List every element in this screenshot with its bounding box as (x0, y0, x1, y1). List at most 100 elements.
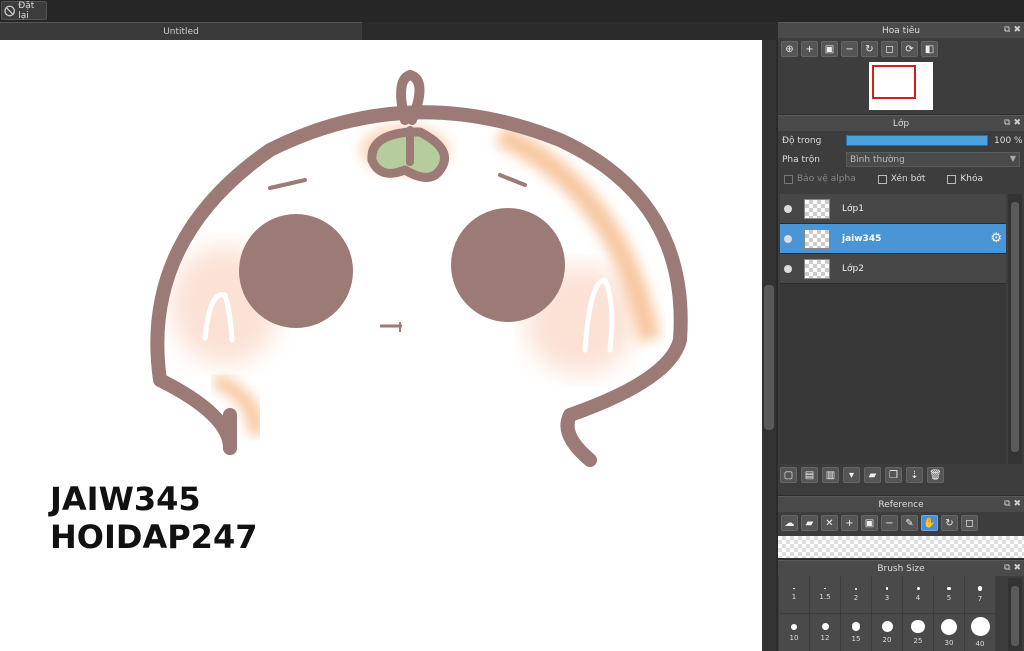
new-layer-1bit-icon[interactable]: ▥ (822, 467, 839, 483)
brush-size-option[interactable]: 20 (872, 614, 902, 651)
zoom-fit-icon[interactable]: ⊕ (781, 41, 798, 57)
undock-icon[interactable]: ⧉ (1004, 563, 1010, 573)
brush-dot-icon (916, 587, 920, 590)
brush-size-option[interactable]: 1.5 (810, 576, 840, 613)
navigator-preview[interactable] (869, 62, 933, 110)
brush-size-option[interactable]: 10 (779, 614, 809, 651)
blend-mode-select[interactable]: Bình thường ▼ (846, 152, 1020, 167)
brush-size-option[interactable]: 30 (934, 614, 964, 651)
close-icon[interactable]: ✖ (1013, 563, 1021, 573)
brush-scroll-thumb[interactable] (1011, 586, 1019, 646)
layer-item-lop1[interactable]: Lớp1 (780, 194, 1006, 224)
brush-size-label: 25 (913, 637, 923, 646)
brush-size-label: 20 (882, 636, 892, 644)
add-layer-menu-icon[interactable]: ▾ (843, 467, 860, 483)
fit-screen-icon[interactable]: ▣ (861, 515, 878, 531)
gear-icon[interactable]: ⚙ (990, 231, 1002, 246)
close-image-icon[interactable]: ✕ (821, 515, 838, 531)
folder-icon[interactable]: ▰ (864, 467, 881, 483)
viewport-frame[interactable] (872, 65, 916, 99)
brush-dot-icon (881, 621, 893, 632)
brush-size-label: 30 (944, 638, 954, 647)
canvas-scroll-thumb[interactable] (764, 285, 774, 430)
brush-size-option[interactable]: 1 (779, 576, 809, 613)
undock-icon[interactable]: ⧉ (1004, 499, 1010, 509)
layer-title: Lớp (892, 118, 910, 129)
layer-item-lop2[interactable]: Lớp2 (780, 254, 1006, 284)
brush-size-label: 2 (853, 593, 859, 602)
top-toolbar: Đặt lại (0, 0, 1024, 22)
close-icon[interactable]: ✖ (1013, 118, 1021, 128)
layer-name: Lớp2 (842, 263, 864, 274)
layer-thumbnail (804, 198, 830, 219)
brush-size-header: Brush Size ⧉ ✖ (778, 560, 1024, 576)
brush-size-option[interactable]: 7 (965, 576, 995, 613)
actual-size-icon[interactable]: ◻ (961, 515, 978, 531)
brush-size-option[interactable]: 12 (810, 614, 840, 651)
actual-size-icon[interactable]: ◻ (881, 41, 898, 57)
brush-size-label: 15 (851, 634, 861, 643)
hand-icon[interactable]: ✋ (921, 515, 938, 531)
zoom-in-icon[interactable]: + (841, 515, 858, 531)
blend-row: Pha trộn Bình thường ▼ (778, 150, 1024, 169)
rotate-icon[interactable]: ↻ (941, 515, 958, 531)
visibility-icon[interactable] (784, 234, 792, 243)
clipping-checkbox[interactable]: Xén bớt (877, 174, 925, 184)
layer-item-jaiw345[interactable]: jaiw345 ⚙ (780, 224, 1006, 254)
watermark-text: JAIW345 HOIDAP247 (50, 480, 257, 556)
zoom-in-icon[interactable]: + (801, 41, 818, 57)
brush-size-option[interactable]: 15 (841, 614, 871, 651)
close-icon[interactable]: ✖ (1013, 25, 1021, 35)
layer-header: Lớp ⧉ ✖ (778, 115, 1024, 131)
brush-dot-icon (791, 623, 797, 630)
brush-size-grid: 1 1.5 2 3 4 5 7 10 12 15 20 25 30 40 (779, 576, 995, 651)
opacity-slider[interactable] (846, 135, 988, 146)
protect-alpha-checkbox[interactable]: Bảo vệ alpha (784, 174, 856, 184)
rotate-icon[interactable]: ↻ (861, 41, 878, 57)
chevron-down-icon: ▼ (1009, 154, 1016, 163)
protect-alpha-label: Bảo vệ alpha (797, 174, 856, 184)
undock-icon[interactable]: ⧉ (1004, 25, 1010, 35)
undock-icon[interactable]: ⧉ (1004, 118, 1010, 128)
layer-scrollbar[interactable] (1008, 194, 1022, 464)
brush-dot-icon (941, 618, 957, 635)
brush-size-option[interactable]: 4 (903, 576, 933, 613)
merge-icon[interactable]: ⇣ (906, 467, 923, 483)
layer-scroll-thumb[interactable] (1011, 202, 1019, 452)
flip-icon[interactable]: ◧ (921, 41, 938, 57)
reset-button[interactable]: Đặt lại (1, 1, 47, 21)
zoom-out-icon[interactable]: − (841, 41, 858, 57)
fit-screen-icon[interactable]: ▣ (821, 41, 838, 57)
visibility-icon[interactable] (784, 204, 792, 213)
new-layer-8bit-icon[interactable]: ▤ (801, 467, 818, 483)
brush-size-option[interactable]: 3 (872, 576, 902, 613)
lock-checkbox[interactable]: Khóa (947, 174, 983, 184)
reference-image-area[interactable] (778, 536, 1024, 558)
drawing-canvas[interactable]: JAIW345 HOIDAP247 (0, 40, 762, 651)
brush-size-label: 1.5 (819, 593, 831, 602)
layer-thumbnail (804, 228, 830, 249)
canvas-scrollbar[interactable] (762, 40, 776, 651)
close-icon[interactable]: ✖ (1013, 499, 1021, 509)
document-title: Untitled (163, 26, 199, 37)
duplicate-icon[interactable]: ❐ (885, 467, 902, 483)
zoom-out-icon[interactable]: − (881, 515, 898, 531)
navigator-toolbar: ⊕ + ▣ − ↻ ◻ ⟳ ◧ (778, 38, 1024, 60)
trash-icon[interactable]: 🗑 (927, 467, 944, 483)
brush-scrollbar[interactable] (1008, 578, 1022, 651)
open-folder-icon[interactable]: ▰ (801, 515, 818, 531)
brush-size-option[interactable]: 5 (934, 576, 964, 613)
tab-document[interactable]: Untitled (0, 22, 362, 40)
checkbox-box (947, 174, 957, 184)
brush-size-option[interactable]: 25 (903, 614, 933, 651)
layer-options: Bảo vệ alpha Xén bớt Khóa (778, 169, 1024, 189)
visibility-icon[interactable] (784, 264, 792, 273)
brush-size-title: Brush Size (877, 563, 925, 574)
brush-size-option[interactable]: 40 (965, 614, 995, 651)
reset-rotation-icon[interactable]: ⟳ (901, 41, 918, 57)
eyedropper-icon[interactable]: ✎ (901, 515, 918, 531)
brush-dot-icon (970, 617, 990, 636)
brush-size-option[interactable]: 2 (841, 576, 871, 613)
new-layer-icon[interactable]: ▢ (780, 467, 797, 483)
cloud-icon[interactable]: ☁ (781, 515, 798, 531)
